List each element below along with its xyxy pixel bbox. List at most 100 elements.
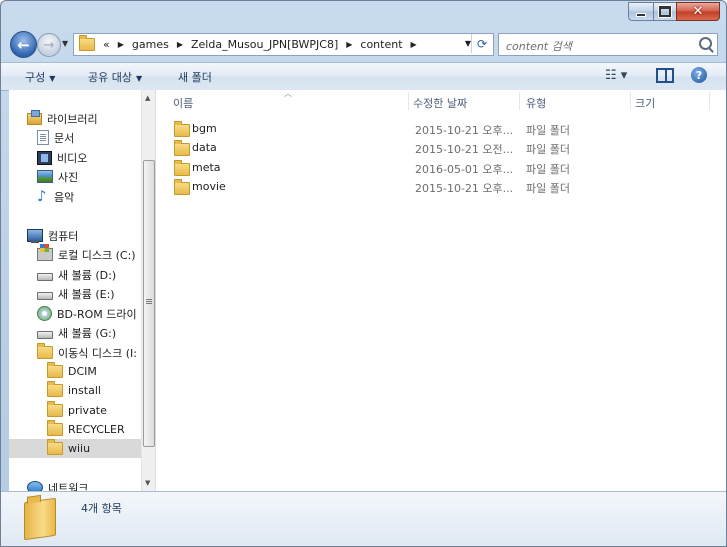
breadcrumb-content[interactable]: content bbox=[358, 38, 404, 51]
chevron-down-icon: ▼ bbox=[135, 74, 143, 83]
scroll-down-icon[interactable]: ▼ bbox=[145, 479, 150, 487]
forward-arrow-icon: → bbox=[43, 37, 55, 53]
sidebar-item-library[interactable]: 라이브러리 bbox=[27, 109, 98, 128]
folder-icon bbox=[24, 497, 56, 541]
chevron-right-icon[interactable]: ▶ bbox=[346, 40, 352, 49]
sidebar-item-recycler[interactable]: RECYCLER bbox=[47, 420, 125, 439]
picture-icon bbox=[37, 170, 53, 183]
maximize-icon bbox=[659, 6, 671, 17]
drive-icon bbox=[37, 292, 53, 300]
table-row[interactable]: bgm 2015-10-21 오후... 파일 폴더 bbox=[156, 119, 726, 138]
sidebar-item-label: 음악 bbox=[54, 190, 75, 204]
file-modified: 2015-10-21 오후... bbox=[415, 124, 514, 137]
sidebar-item-install[interactable]: install bbox=[47, 381, 101, 400]
drive-icon bbox=[37, 331, 53, 339]
file-name: meta bbox=[192, 161, 221, 174]
folder-icon bbox=[174, 140, 190, 156]
column-modified[interactable]: 수정한 날짜 bbox=[413, 95, 467, 111]
sidebar-item-pictures[interactable]: 사진 bbox=[37, 167, 78, 186]
computer-icon bbox=[27, 229, 43, 243]
file-modified: 2015-10-21 오전... bbox=[415, 143, 514, 156]
share-button[interactable]: 공유 대상 ▼ bbox=[88, 69, 142, 85]
search-placeholder: content 검색 bbox=[506, 40, 572, 53]
sidebar-item-label: 컴퓨터 bbox=[48, 229, 79, 243]
close-icon: ✕ bbox=[692, 4, 704, 19]
breadcrumb-overflow[interactable]: « bbox=[101, 38, 112, 51]
sidebar-item-label: install bbox=[68, 384, 101, 397]
recent-pages-dropdown[interactable]: ▼ bbox=[62, 39, 68, 48]
chevron-down-icon: ▼ bbox=[49, 74, 56, 83]
column-divider[interactable] bbox=[630, 92, 631, 110]
sidebar-item-label: DCIM bbox=[68, 365, 97, 378]
file-list: ︿ 이름 수정한 날짜 유형 크기 bgm 2015-10-21 오후... 파… bbox=[155, 89, 726, 491]
sidebar-item-label: 비디오 bbox=[57, 151, 88, 165]
close-button[interactable]: ✕ bbox=[676, 2, 720, 21]
organize-button[interactable]: 구성 ▼ bbox=[25, 69, 55, 85]
view-options-icon[interactable]: ☷ ▾ bbox=[605, 68, 627, 83]
sidebar-item-dcim[interactable]: DCIM bbox=[47, 362, 97, 381]
explorer-window: ✕ ← → ▼ « ▶ games ▶ Zelda_Musou_JPN[BWPJ… bbox=[0, 0, 727, 547]
search-input[interactable]: content 검색 bbox=[498, 33, 718, 56]
table-row[interactable]: meta 2016-05-01 오후... 파일 폴더 bbox=[156, 158, 726, 177]
address-bar[interactable]: « ▶ games ▶ Zelda_Musou_JPN[BWPJC8] ▶ co… bbox=[73, 33, 494, 56]
table-row[interactable]: movie 2015-10-21 오후... 파일 폴더 bbox=[156, 177, 726, 196]
back-arrow-icon: ← bbox=[17, 35, 30, 54]
column-divider[interactable] bbox=[519, 92, 520, 110]
sidebar-item-drive-g[interactable]: 새 볼륨 (G:) bbox=[37, 323, 116, 342]
table-row[interactable]: data 2015-10-21 오전... 파일 폴더 bbox=[156, 138, 726, 157]
windows-drive-icon bbox=[37, 244, 53, 261]
sidebar-item-label: BD-ROM 드라이 bbox=[57, 307, 137, 321]
folder-icon bbox=[47, 362, 63, 378]
column-divider[interactable] bbox=[709, 92, 710, 110]
sidebar-item-label: 사진 bbox=[58, 170, 79, 184]
sidebar-item-computer[interactable]: 컴퓨터 bbox=[27, 226, 78, 245]
column-name[interactable]: 이름 bbox=[173, 95, 193, 111]
sidebar-item-documents[interactable]: 문서 bbox=[37, 128, 74, 147]
folder-icon bbox=[174, 121, 190, 137]
sidebar-item-videos[interactable]: 비디오 bbox=[37, 148, 87, 167]
search-icon[interactable] bbox=[699, 37, 712, 50]
scroll-up-icon[interactable]: ▲ bbox=[145, 94, 150, 102]
minimize-button[interactable] bbox=[628, 2, 653, 21]
sidebar-item-drive-c[interactable]: 로컬 디스크 (C:) bbox=[37, 244, 136, 264]
breadcrumb-zelda[interactable]: Zelda_Musou_JPN[BWPJC8] bbox=[189, 38, 340, 51]
navigation-scrollbar[interactable]: ▲ ▼ bbox=[141, 90, 155, 491]
sidebar-item-drive-e[interactable]: 새 볼륨 (E:) bbox=[37, 284, 115, 303]
sidebar-item-music[interactable]: 음악 bbox=[37, 187, 74, 206]
new-folder-button[interactable]: 새 폴더 bbox=[178, 69, 212, 85]
column-divider[interactable] bbox=[408, 92, 409, 110]
chevron-right-icon[interactable]: ▶ bbox=[411, 40, 417, 49]
scrollbar-thumb[interactable] bbox=[143, 160, 155, 447]
sidebar-item-label: 라이브러리 bbox=[47, 112, 98, 126]
column-size[interactable]: 크기 bbox=[635, 95, 655, 111]
sidebar-item-bd-rom[interactable]: BD-ROM 드라이 bbox=[37, 304, 137, 323]
sidebar-item-label: 이동식 디스크 (I: bbox=[58, 346, 137, 360]
folder-icon bbox=[79, 35, 95, 51]
breadcrumb-games[interactable]: games bbox=[130, 38, 171, 51]
library-icon bbox=[27, 109, 42, 125]
file-type: 파일 폴더 bbox=[526, 124, 570, 137]
details-pane: 4개 항목 bbox=[1, 491, 726, 546]
chevron-right-icon[interactable]: ▶ bbox=[118, 40, 124, 49]
breadcrumb: « ▶ games ▶ Zelda_Musou_JPN[BWPJC8] ▶ co… bbox=[101, 38, 423, 51]
maximize-button[interactable] bbox=[653, 2, 676, 21]
sidebar-item-label: 새 볼륨 (G:) bbox=[58, 326, 117, 340]
sidebar-item-removable-disk[interactable]: 이동식 디스크 (I: bbox=[37, 343, 137, 362]
help-icon[interactable]: ? bbox=[691, 67, 707, 83]
network-icon bbox=[27, 481, 43, 491]
file-type: 파일 폴더 bbox=[526, 143, 570, 156]
forward-button[interactable]: → bbox=[37, 33, 61, 57]
back-button[interactable]: ← bbox=[10, 31, 37, 58]
sidebar-item-wiiu[interactable]: wiiu bbox=[9, 439, 141, 458]
folder-icon bbox=[47, 381, 63, 397]
preview-pane-icon[interactable] bbox=[656, 68, 674, 83]
refresh-icon[interactable]: ⟳ bbox=[471, 34, 492, 53]
chevron-right-icon[interactable]: ▶ bbox=[177, 40, 183, 49]
sidebar-item-label: private bbox=[68, 404, 107, 417]
file-name: bgm bbox=[192, 122, 217, 135]
sidebar-item-drive-d[interactable]: 새 볼륨 (D:) bbox=[37, 265, 116, 284]
video-icon bbox=[37, 150, 52, 165]
sidebar-item-network[interactable]: 네트워크 bbox=[27, 478, 88, 491]
column-type[interactable]: 유형 bbox=[526, 95, 546, 111]
sidebar-item-private[interactable]: private bbox=[47, 401, 107, 420]
